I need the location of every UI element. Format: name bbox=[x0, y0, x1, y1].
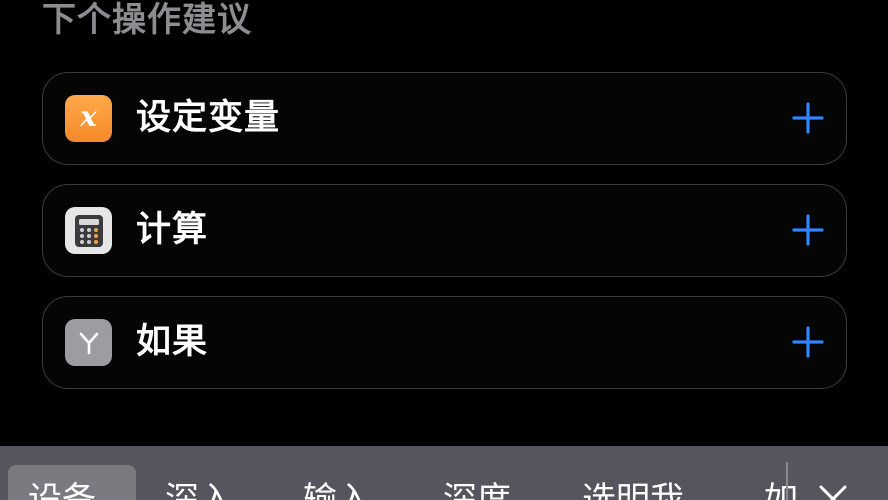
plus-icon bbox=[792, 102, 824, 134]
add-button[interactable] bbox=[790, 212, 826, 248]
candidate-word[interactable]: 如 bbox=[764, 480, 798, 500]
plus-icon bbox=[792, 326, 824, 358]
action-label: 如果 bbox=[136, 322, 209, 362]
branch-glyph bbox=[79, 332, 98, 354]
action-if[interactable]: 如果 bbox=[42, 296, 847, 389]
action-label: 计算 bbox=[136, 210, 209, 250]
candidate-word[interactable]: 选明我 bbox=[582, 480, 684, 500]
section-title: 下个操作建议 bbox=[42, 0, 252, 40]
plus-icon bbox=[792, 214, 824, 246]
variable-glyph: x bbox=[80, 99, 97, 133]
candidate-word[interactable]: 深度 bbox=[443, 480, 511, 500]
candidate-word[interactable]: 深入 bbox=[165, 480, 233, 500]
action-set-variable[interactable]: x 设定变量 bbox=[42, 72, 847, 165]
add-button[interactable] bbox=[790, 100, 826, 136]
calculator-glyph bbox=[74, 214, 103, 247]
action-label: 设定变量 bbox=[136, 98, 281, 138]
suggested-actions-list: x 设定变量 计算 如果 bbox=[42, 72, 847, 408]
close-x-icon bbox=[819, 485, 847, 500]
calculator-icon bbox=[65, 207, 112, 254]
action-calculate[interactable]: 计算 bbox=[42, 184, 847, 277]
variable-x-icon: x bbox=[65, 95, 112, 142]
keyboard-candidate-bar: 设备 深入 输入 深度 选明我 如 bbox=[0, 446, 888, 500]
candidate-divider bbox=[786, 462, 788, 500]
collapse-candidates-button[interactable] bbox=[816, 482, 850, 500]
candidate-word[interactable]: 输入 bbox=[303, 480, 371, 500]
add-button[interactable] bbox=[790, 324, 826, 360]
candidate-word[interactable]: 设备 bbox=[28, 480, 96, 500]
if-branch-icon bbox=[65, 319, 112, 366]
